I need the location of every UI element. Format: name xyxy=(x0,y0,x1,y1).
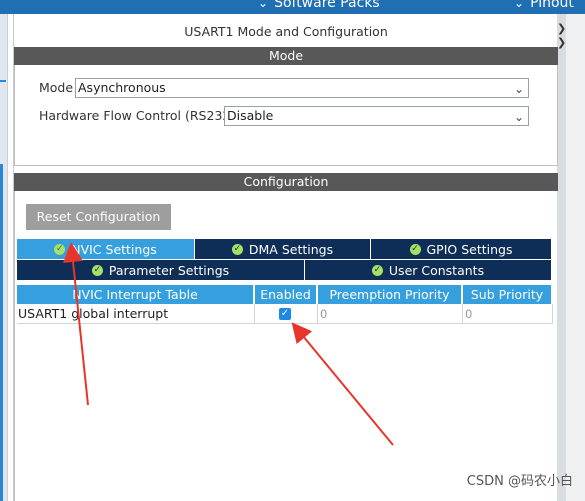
annotation-arrows xyxy=(63,242,394,446)
arrow-to-nvic-tab xyxy=(63,242,89,406)
arrow-to-enabled-checkbox xyxy=(291,322,394,446)
watermark: CSDN @码农小白 xyxy=(466,474,573,489)
